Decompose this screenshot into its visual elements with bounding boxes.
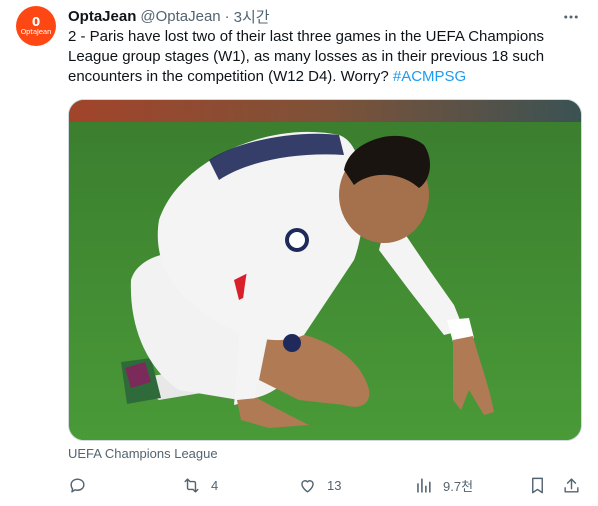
timestamp[interactable]: 3시간	[234, 6, 270, 27]
tweet-text: 2 - Paris have lost two of their last th…	[68, 27, 568, 87]
like-button[interactable]: 13	[298, 472, 341, 498]
share-button[interactable]	[562, 472, 581, 498]
more-icon	[564, 15, 578, 19]
share-icon	[564, 477, 579, 493]
reply-icon	[70, 477, 85, 493]
tweet-media-photo[interactable]	[68, 99, 582, 441]
tweet[interactable]: 0 OptaJean OptaJean @OptaJean · 3시간 2 - …	[0, 0, 598, 506]
avatar-logo-text: OptaJean	[20, 28, 52, 36]
reply-button[interactable]	[68, 472, 87, 498]
tweet-body: 2 - Paris have lost two of their last th…	[68, 28, 545, 85]
retweet-count: 4	[211, 477, 219, 493]
heart-icon	[301, 479, 314, 493]
opta-logo-icon: 0	[31, 15, 41, 29]
avatar[interactable]: 0 OptaJean	[16, 6, 56, 46]
more-options-button[interactable]	[560, 6, 582, 28]
bookmark-button[interactable]	[528, 472, 547, 498]
display-name[interactable]: OptaJean	[68, 8, 136, 25]
tweet-header: OptaJean @OptaJean · 3시간	[68, 6, 270, 26]
user-handle[interactable]: @OptaJean	[140, 8, 220, 25]
separator-dot: ·	[224, 7, 230, 25]
retweet-icon	[184, 477, 199, 493]
player-photo	[69, 100, 581, 440]
views-count: 9.7천	[443, 478, 474, 494]
tweet-actions-bar: 4 13 9.7천	[60, 472, 590, 498]
retweet-button[interactable]: 4	[182, 472, 218, 498]
media-caption: UEFA Champions League	[68, 446, 218, 461]
views-icon	[417, 477, 431, 493]
bookmark-icon	[532, 477, 543, 493]
hashtag-link[interactable]: #ACMPSG	[393, 68, 466, 85]
views-button[interactable]: 9.7천	[414, 472, 473, 498]
like-count: 13	[327, 477, 342, 493]
